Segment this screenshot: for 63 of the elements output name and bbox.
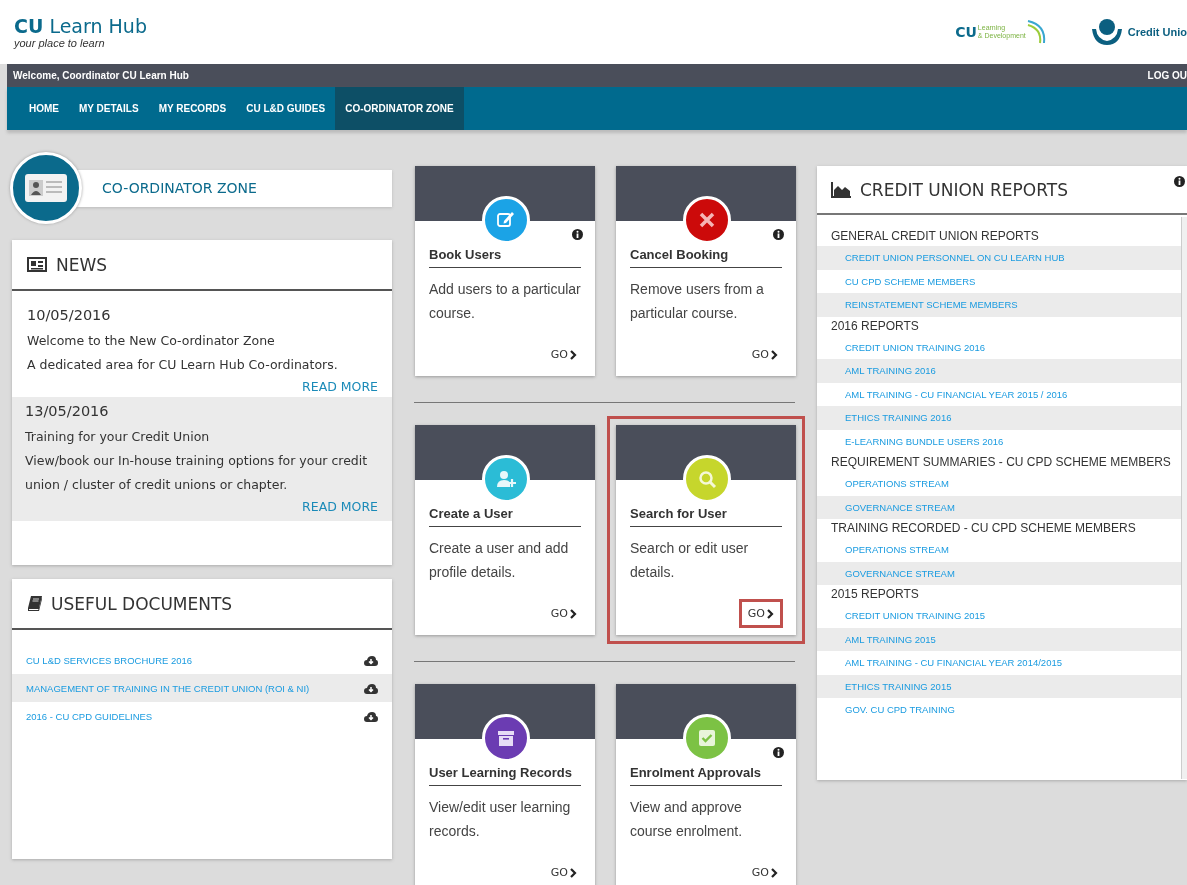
report-group-heading: REQUIREMENT SUMMARIES - CU CPD SCHEME MEMBERS: [830, 454, 1172, 471]
report-link[interactable]: AML TRAINING 2015: [845, 633, 936, 645]
report-link[interactable]: AML TRAINING - CU FINANCIAL YEAR 2014/2015: [845, 657, 1062, 669]
site-tagline: your place to learn: [14, 37, 106, 49]
welcome-text: Welcome, Coordinator CU Learn Hub: [13, 70, 189, 81]
news-text: Welcome to the New Co-ordinator Zone: [27, 332, 275, 350]
report-link[interactable]: ETHICS TRAINING 2016: [845, 412, 952, 424]
document-link[interactable]: 2016 - CU CPD GUIDELINES: [26, 710, 153, 722]
card-title: Search for User: [630, 506, 782, 527]
go-link[interactable]: GO: [546, 863, 581, 882]
report-link[interactable]: GOVERNANCE STREAM: [845, 567, 955, 579]
nav-tab[interactable]: CO-ORDINATOR ZONE: [335, 87, 464, 130]
card-description: Remove users from a particular course.: [630, 280, 765, 323]
news-date: 10/05/2016: [27, 307, 111, 323]
read-more-link[interactable]: READ MORE: [302, 497, 378, 517]
card-title: Cancel Booking: [630, 247, 782, 268]
card-title: Enrolment Approvals: [630, 765, 782, 786]
credit-union-logo-text: Credit Unio: [1127, 26, 1187, 38]
news-text: A dedicated area for CU Learn Hub Co-ordinators.: [27, 356, 338, 374]
card-title: User Learning Records: [429, 765, 581, 786]
card-description: View/edit user learning records.: [429, 798, 572, 841]
news-text: View/book our In-house training options for your credit union / cluster of credit unions or chapter.: [25, 452, 369, 494]
report-link[interactable]: AML TRAINING - CU FINANCIAL YEAR 2015 / 2016: [845, 388, 1068, 400]
nav-tab[interactable]: MY DETAILS: [69, 87, 149, 130]
card-description: Create a user and add profile details.: [429, 539, 570, 582]
go-link[interactable]: GO: [747, 863, 782, 882]
card-description: View and approve course enrolment.: [630, 798, 744, 841]
report-link[interactable]: E-LEARNING BUNDLE USERS 2016: [845, 435, 1004, 447]
card-title: Book Users: [429, 247, 581, 268]
documents-heading: USEFUL DOCUMENTS: [51, 593, 233, 614]
report-link[interactable]: CREDIT UNION PERSONNEL ON CU LEARN HUB: [845, 252, 1065, 264]
card-title: Create a User: [429, 506, 581, 527]
news-date: 13/05/2016: [25, 403, 109, 419]
report-link[interactable]: CU CPD SCHEME MEMBERS: [845, 275, 976, 287]
go-link[interactable]: GO: [743, 604, 778, 623]
news-heading: NEWS: [56, 254, 108, 275]
go-link[interactable]: GO: [747, 345, 782, 364]
report-link[interactable]: AML TRAINING 2016: [845, 365, 936, 377]
logout-link[interactable]: LOG OU: [1147, 70, 1187, 81]
nav-tab[interactable]: CU L&D GUIDES: [236, 87, 336, 130]
report-group-heading: 2016 REPORTS: [830, 317, 920, 335]
reports-heading: CREDIT UNION REPORTS: [860, 179, 1068, 200]
nav-tab[interactable]: MY RECORDS: [148, 87, 237, 130]
document-link[interactable]: CU L&D SERVICES BROCHURE 2016: [26, 654, 193, 666]
report-link[interactable]: CREDIT UNION TRAINING 2016: [845, 341, 986, 353]
report-link[interactable]: GOV. CU CPD TRAINING: [845, 704, 955, 716]
nav-tab[interactable]: HOME: [19, 87, 69, 130]
go-link[interactable]: GO: [546, 345, 581, 364]
card-description: Search or edit user details.: [630, 539, 750, 582]
report-group-heading: 2015 REPORTS: [830, 586, 920, 603]
report-link[interactable]: GOVERNANCE STREAM: [845, 501, 955, 513]
report-link[interactable]: OPERATIONS STREAM: [845, 478, 949, 490]
card-description: Add users to a particular course.: [429, 280, 581, 323]
report-link[interactable]: REINSTATEMENT SCHEME MEMBERS: [845, 299, 1018, 311]
site-logo-title[interactable]: CU Learn Hub: [14, 15, 147, 37]
read-more-link[interactable]: READ MORE: [302, 377, 378, 397]
news-text: Training for your Credit Union: [25, 428, 210, 446]
report-link[interactable]: ETHICS TRAINING 2015: [845, 680, 952, 692]
report-group-heading: TRAINING RECORDED - CU CPD SCHEME MEMBERS: [830, 520, 1137, 537]
go-link[interactable]: GO: [546, 604, 581, 623]
report-group-heading: GENERAL CREDIT UNION REPORTS: [830, 228, 1040, 245]
report-link[interactable]: OPERATIONS STREAM: [845, 544, 949, 556]
report-link[interactable]: CREDIT UNION TRAINING 2015: [845, 610, 986, 622]
